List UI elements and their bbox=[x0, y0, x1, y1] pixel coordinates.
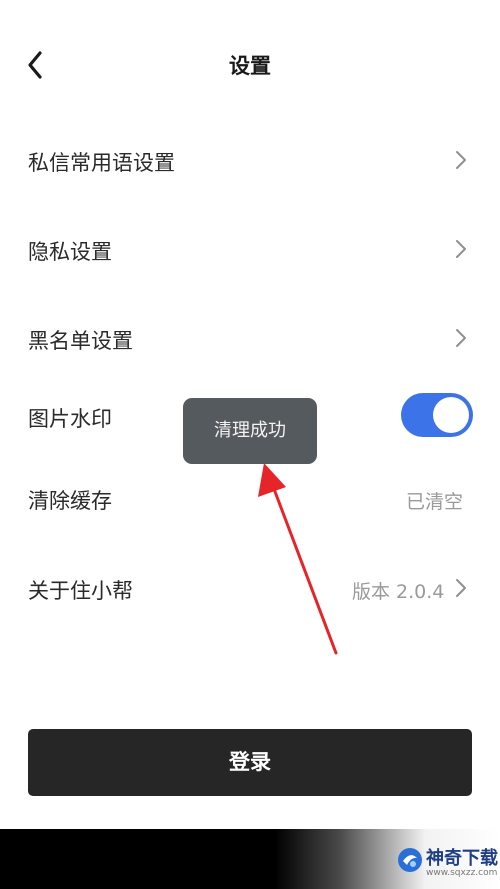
annotation-arrow-icon bbox=[258, 463, 338, 655]
watermark-url: www.sqxzz.com bbox=[426, 868, 498, 878]
watermark-toggle[interactable] bbox=[401, 393, 473, 437]
page-title: 设置 bbox=[229, 54, 271, 78]
chevron-right-icon bbox=[456, 579, 466, 597]
settings-item-label: 清除缓存 bbox=[28, 489, 112, 513]
settings-item-label: 私信常用语设置 bbox=[28, 151, 175, 175]
settings-item-watermark-label: 图片水印 bbox=[28, 407, 112, 431]
watermark-name: 神奇下载 bbox=[426, 848, 498, 869]
chevron-right-icon bbox=[456, 329, 466, 347]
settings-item-label: 隐私设置 bbox=[28, 240, 112, 264]
settings-item-message-phrases[interactable]: 私信常用语设置 bbox=[0, 130, 500, 190]
settings-item-privacy[interactable]: 隐私设置 bbox=[0, 219, 500, 279]
settings-item-label: 黑名单设置 bbox=[28, 329, 133, 353]
chevron-right-icon bbox=[456, 151, 466, 169]
cache-status: 已清空 bbox=[406, 491, 464, 513]
settings-item-label: 关于住小帮 bbox=[28, 579, 133, 603]
chevron-right-icon bbox=[456, 240, 466, 258]
site-logo-icon bbox=[398, 848, 422, 872]
version-text: 版本 2.0.4 bbox=[352, 581, 445, 603]
login-button[interactable]: 登录 bbox=[28, 729, 472, 796]
settings-item-blacklist[interactable]: 黑名单设置 bbox=[0, 308, 500, 368]
toggle-knob bbox=[433, 397, 469, 433]
bottom-bar bbox=[0, 829, 500, 889]
